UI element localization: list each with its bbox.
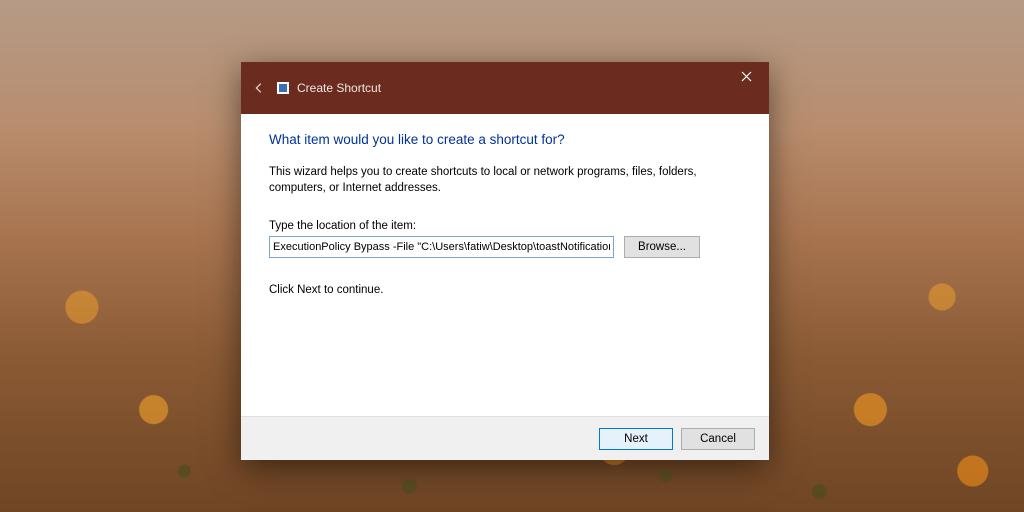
wizard-content: What item would you like to create a sho… [241,114,769,416]
location-label: Type the location of the item: [269,220,741,232]
continue-text: Click Next to continue. [269,284,741,296]
cancel-button[interactable]: Cancel [681,428,755,450]
location-input[interactable] [269,236,614,258]
close-icon [741,71,752,82]
location-row: Browse... [269,236,741,258]
wizard-description: This wizard helps you to create shortcut… [269,165,739,196]
browse-button[interactable]: Browse... [624,236,700,258]
wizard-heading: What item would you like to create a sho… [269,132,741,147]
titlebar: Create Shortcut [241,62,769,114]
close-button[interactable] [723,62,769,90]
window-title: Create Shortcut [297,81,381,95]
back-arrow-icon[interactable] [247,76,271,100]
dialog-footer: Next Cancel [241,416,769,460]
next-button[interactable]: Next [599,428,673,450]
shortcut-wizard-icon [277,82,289,94]
create-shortcut-dialog: Create Shortcut What item would you like… [241,62,769,460]
